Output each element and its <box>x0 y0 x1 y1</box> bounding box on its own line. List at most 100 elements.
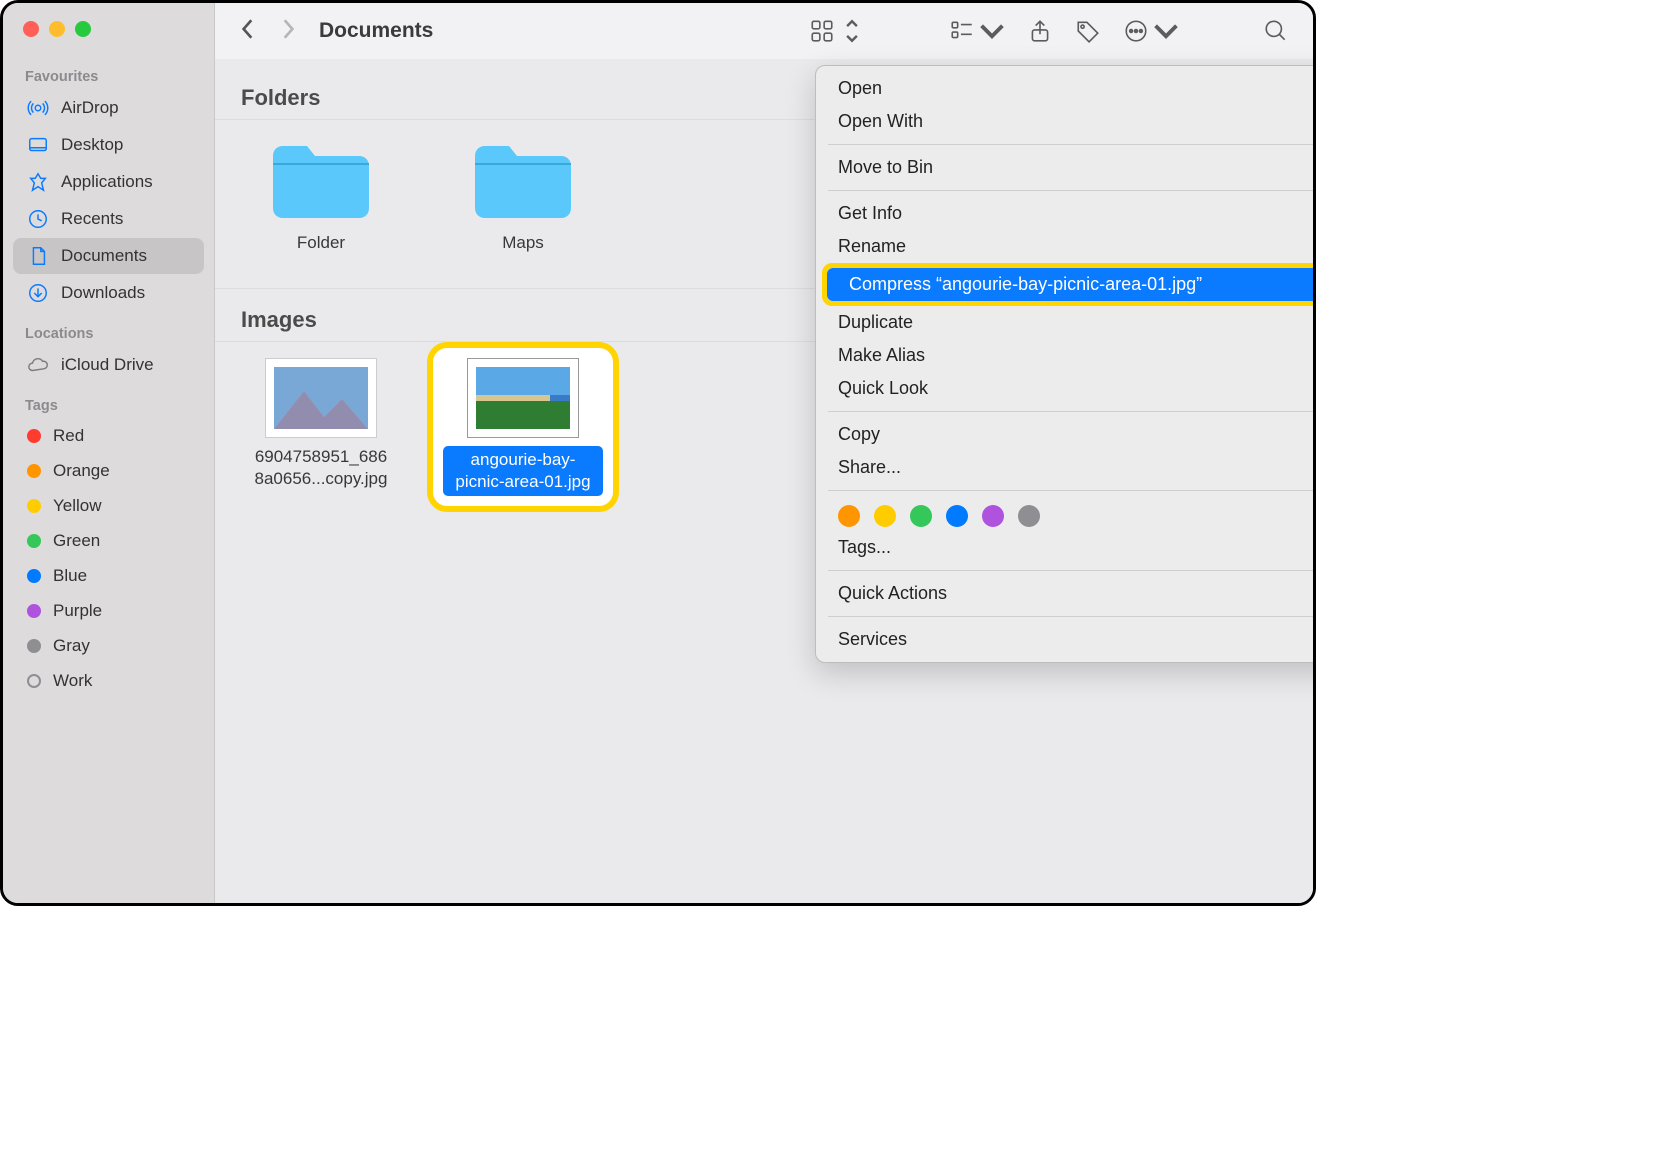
sidebar-item-label: Desktop <box>61 135 123 155</box>
ctx-share[interactable]: Share... <box>816 451 1316 484</box>
search-button[interactable] <box>1263 18 1289 44</box>
ctx-compress[interactable]: Compress “angourie-bay-picnic-area-01.jp… <box>827 268 1316 301</box>
sidebar-item-label: Blue <box>53 566 87 586</box>
ctx-quick-actions[interactable]: Quick Actions› <box>816 577 1316 610</box>
sidebar-item-label: Red <box>53 426 84 446</box>
ctx-get-info[interactable]: Get Info <box>816 197 1316 230</box>
minimize-window-button[interactable] <box>49 21 65 37</box>
item-label: Folder <box>297 232 345 254</box>
back-button[interactable] <box>239 18 257 45</box>
ctx-separator <box>828 190 1316 191</box>
ctx-services[interactable]: Services› <box>816 623 1316 656</box>
sidebar-tag-red[interactable]: Red <box>13 419 204 453</box>
sidebar-tag-blue[interactable]: Blue <box>13 559 204 593</box>
sidebar-section-tags: Tags <box>3 384 214 418</box>
group-by-button[interactable] <box>949 18 1005 44</box>
zoom-window-button[interactable] <box>75 21 91 37</box>
sidebar-item-label: Downloads <box>61 283 145 303</box>
ctx-make-alias[interactable]: Make Alias <box>816 339 1316 372</box>
sidebar-item-label: iCloud Drive <box>61 355 154 375</box>
sidebar-tag-orange[interactable]: Orange <box>13 454 204 488</box>
ctx-quick-look[interactable]: Quick Look <box>816 372 1316 405</box>
ctx-rename[interactable]: Rename <box>816 230 1316 263</box>
view-icon-button[interactable] <box>809 18 865 44</box>
finder-window: Favourites AirDrop Desktop Applications … <box>0 0 1316 906</box>
ctx-separator <box>828 616 1316 617</box>
ctx-move-to-bin[interactable]: Move to Bin <box>816 151 1316 184</box>
image-item-2-selected[interactable]: angourie-bay-picnic-area-01.jpg <box>443 358 603 496</box>
context-menu: Open Open With› Move to Bin Get Info Ren… <box>815 65 1316 663</box>
sidebar-section-locations: Locations <box>3 312 214 346</box>
downloads-icon <box>27 282 49 304</box>
sidebar-item-desktop[interactable]: Desktop <box>13 127 204 163</box>
ctx-open-with[interactable]: Open With› <box>816 105 1316 138</box>
recents-icon <box>27 208 49 230</box>
sidebar-item-applications[interactable]: Applications <box>13 164 204 200</box>
tag-color-orange[interactable] <box>838 505 860 527</box>
tags-button[interactable] <box>1075 18 1101 44</box>
tag-dot-icon <box>27 464 41 478</box>
sidebar: Favourites AirDrop Desktop Applications … <box>3 3 215 903</box>
ctx-separator <box>828 411 1316 412</box>
ctx-copy[interactable]: Copy <box>816 418 1316 451</box>
ctx-separator <box>828 490 1316 491</box>
sidebar-item-label: Work <box>53 671 92 691</box>
ctx-separator <box>828 570 1316 571</box>
item-label: Maps <box>502 232 544 254</box>
sidebar-tag-green[interactable]: Green <box>13 524 204 558</box>
sidebar-item-label: Recents <box>61 209 123 229</box>
sidebar-item-airdrop[interactable]: AirDrop <box>13 90 204 126</box>
tag-color-green[interactable] <box>910 505 932 527</box>
icloud-icon <box>27 354 49 376</box>
sidebar-item-label: Orange <box>53 461 110 481</box>
tag-color-gray[interactable] <box>1018 505 1040 527</box>
window-title: Documents <box>319 19 433 43</box>
more-button[interactable] <box>1123 18 1179 44</box>
folder-item-folder[interactable]: Folder <box>241 136 401 254</box>
desktop-icon <box>27 134 49 156</box>
tag-dot-icon <box>27 569 41 583</box>
sidebar-tag-work[interactable]: Work <box>13 664 204 698</box>
airdrop-icon <box>27 97 49 119</box>
sidebar-item-icloud-drive[interactable]: iCloud Drive <box>13 347 204 383</box>
sidebar-item-recents[interactable]: Recents <box>13 201 204 237</box>
ctx-tags[interactable]: Tags... <box>816 531 1316 564</box>
window-controls <box>3 21 214 55</box>
share-button[interactable] <box>1027 18 1053 44</box>
ctx-duplicate[interactable]: Duplicate <box>816 306 1316 339</box>
sidebar-item-label: Yellow <box>53 496 102 516</box>
ctx-separator <box>828 144 1316 145</box>
tag-color-yellow[interactable] <box>874 505 896 527</box>
sidebar-item-label: Green <box>53 531 100 551</box>
tag-color-blue[interactable] <box>946 505 968 527</box>
sidebar-item-label: Applications <box>61 172 153 192</box>
forward-button[interactable] <box>279 18 297 45</box>
tag-dot-icon <box>27 499 41 513</box>
sidebar-item-downloads[interactable]: Downloads <box>13 275 204 311</box>
tag-dot-icon <box>27 429 41 443</box>
image-thumbnail <box>265 358 377 438</box>
item-label: angourie-bay-picnic-area-01.jpg <box>443 446 603 496</box>
documents-icon <box>27 245 49 267</box>
sidebar-item-label: Documents <box>61 246 147 266</box>
folder-item-maps[interactable]: Maps <box>443 136 603 254</box>
tag-color-purple[interactable] <box>982 505 1004 527</box>
tag-dot-icon <box>27 604 41 618</box>
ctx-open[interactable]: Open <box>816 72 1316 105</box>
selected-item-highlight: angourie-bay-picnic-area-01.jpg <box>427 342 619 512</box>
toolbar: Documents <box>215 3 1313 59</box>
main-area: Documents Folders Folder Maps <box>215 3 1313 903</box>
close-window-button[interactable] <box>23 21 39 37</box>
sidebar-tag-purple[interactable]: Purple <box>13 594 204 628</box>
item-label: 6904758951_686 8a0656...copy.jpg <box>241 446 401 490</box>
sidebar-item-documents[interactable]: Documents <box>13 238 204 274</box>
image-thumbnail <box>467 358 579 438</box>
tag-dot-icon <box>27 534 41 548</box>
sidebar-item-label: AirDrop <box>61 98 119 118</box>
sidebar-tag-gray[interactable]: Gray <box>13 629 204 663</box>
image-item-1[interactable]: 6904758951_686 8a0656...copy.jpg <box>241 358 401 512</box>
applications-icon <box>27 171 49 193</box>
sidebar-item-label: Purple <box>53 601 102 621</box>
sidebar-tag-yellow[interactable]: Yellow <box>13 489 204 523</box>
tag-dot-icon <box>27 639 41 653</box>
